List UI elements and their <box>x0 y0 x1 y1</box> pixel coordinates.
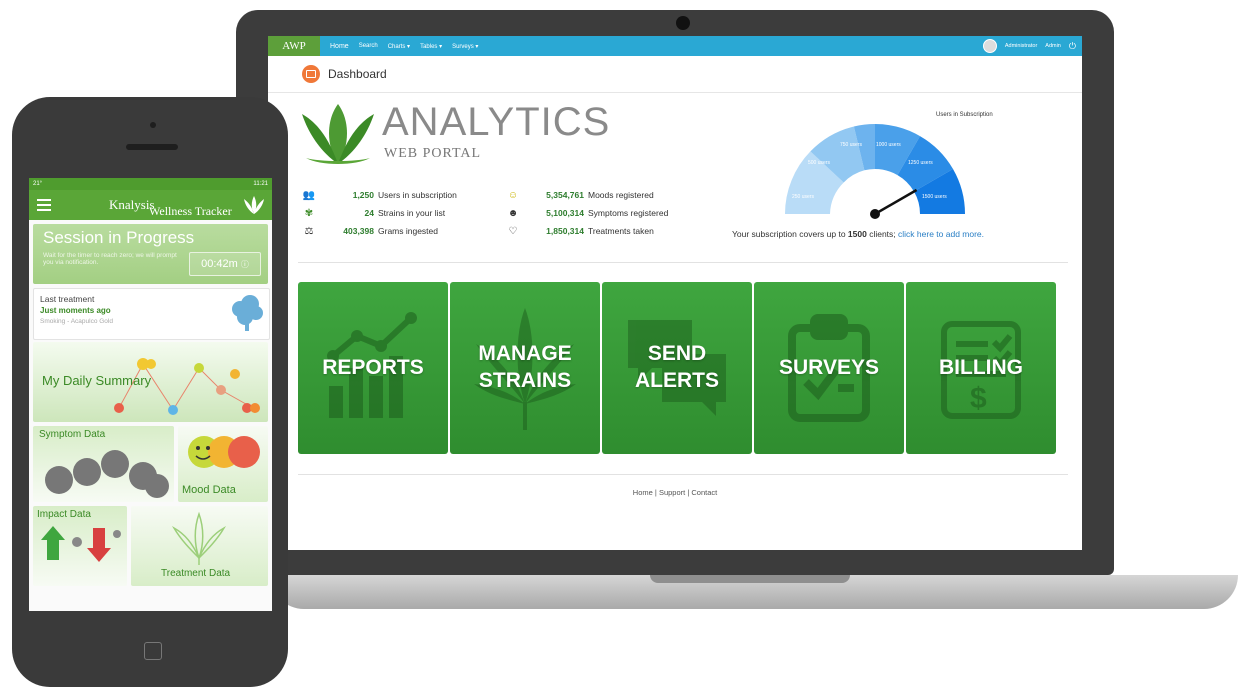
leaf-icon: ✾ <box>304 207 314 219</box>
session-timer: 00:42m ⓘ <box>189 252 261 276</box>
stat-users: 👥 1,250 Users in subscription <box>302 189 457 201</box>
mood-data-card[interactable]: Mood Data <box>178 426 268 502</box>
dashboard-icon <box>302 65 320 83</box>
stat-moods: ☺ 5,354,761 Moods registered <box>507 189 654 201</box>
stat-strains: ✾ 24 Strains in your list <box>302 204 457 222</box>
svg-text:$: $ <box>970 382 987 415</box>
footer-support-link[interactable]: Support <box>659 488 685 497</box>
phone-speaker <box>126 144 178 150</box>
stats-right: ☺ 5,354,761 Moods registered ☻ 5,100,314… <box>506 186 669 240</box>
impact-data-label: Impact Data <box>37 509 91 520</box>
nav-user-area: Administrator Admin ⏻ <box>982 36 1076 56</box>
last-treatment-time: Just moments ago <box>40 306 111 315</box>
nav-username[interactable]: Administrator <box>1005 43 1037 49</box>
nav-surveys[interactable]: Surveys ▾ <box>452 43 478 50</box>
last-treatment-label: Last treatment <box>40 294 95 304</box>
leaf-logo-icon <box>302 104 374 164</box>
phone-screen: 21° 11:21 Knalysis Wellness Tracker Sess… <box>29 178 272 611</box>
brand-subtitle: WEB PORTAL <box>384 146 482 161</box>
avatar[interactable] <box>982 39 997 53</box>
users-icon: 👥 <box>302 189 316 201</box>
section-divider <box>298 262 1068 263</box>
laptop-base-notch <box>650 575 850 583</box>
reports-tile[interactable]: REPORTS <box>298 282 448 454</box>
heartbeat-icon: ♡ <box>508 225 518 237</box>
brand-title: ANALYTICS <box>382 100 611 144</box>
app-title: Knalysis <box>109 197 155 212</box>
stat-symptoms: ☻ 5,100,314 Symptoms registered <box>507 207 669 219</box>
manage-strains-tile[interactable]: MANAGE STRAINS <box>450 282 600 454</box>
session-title: Session in Progress <box>43 228 195 247</box>
status-time: 11:21 <box>253 181 268 187</box>
subscription-gauge: 250 users 500 users 750 users 1000 users… <box>782 120 968 220</box>
page-title: Dashboard <box>328 67 387 81</box>
nav-home[interactable]: Home <box>330 43 349 50</box>
surveys-tile[interactable]: SURVEYS <box>754 282 904 454</box>
nav-tables[interactable]: Tables ▾ <box>420 43 442 50</box>
smoke-cloud-icon <box>232 295 263 331</box>
symptom-data-card[interactable]: Symptom Data <box>33 426 174 502</box>
daily-summary-card[interactable]: My Daily Summary <box>33 342 268 422</box>
treatment-data-label: Treatment Data <box>161 568 231 579</box>
footer-links: Home | Support | Contact <box>632 488 718 497</box>
send-alerts-tile[interactable]: SEND ALERTS <box>602 282 752 454</box>
nav-search[interactable]: Search <box>359 43 378 49</box>
session-hint: Wait for the timer to reach zero; we wil… <box>43 252 177 266</box>
manage-strains-label: MANAGE STRAINS <box>478 342 572 392</box>
app-subtitle: Wellness Tracker <box>149 204 232 218</box>
last-treatment-card[interactable]: Last treatment Just moments ago Smoking … <box>33 288 270 340</box>
app-leaf-icon <box>244 196 264 214</box>
add-more-link[interactable]: click here to add more. <box>898 229 984 239</box>
nav-role[interactable]: Admin <box>1045 43 1061 49</box>
daily-summary-label: My Daily Summary <box>42 373 152 388</box>
subscription-count: 1500 <box>847 229 867 239</box>
stats-left: 👥 1,250 Users in subscription ✾ 24 Strai… <box>302 186 457 240</box>
mood-faces-icon <box>188 436 260 468</box>
billing-label: BILLING <box>939 356 1023 379</box>
top-navbar: AWP Home Search Charts ▾ Tables ▾ Survey… <box>268 36 1082 56</box>
status-temp: 21° <box>33 181 43 187</box>
footer-contact-link[interactable]: Contact <box>691 488 717 497</box>
status-bar: 21° 11:21 <box>29 178 272 190</box>
nav-charts[interactable]: Charts ▾ <box>388 43 410 50</box>
app-bar: Knalysis Wellness Tracker <box>29 190 272 220</box>
mood-data-label: Mood Data <box>182 484 236 496</box>
surveys-label: SURVEYS <box>779 356 879 379</box>
laptop-screen: AWP Home Search Charts ▾ Tables ▾ Survey… <box>268 36 1082 550</box>
stat-treatments: ♡ 1,850,314 Treatments taken <box>506 222 668 240</box>
up-down-arrows-icon <box>41 526 121 562</box>
last-treatment-detail: Smoking - Acapulco Gold <box>40 318 113 325</box>
page-header: Dashboard <box>268 56 1082 93</box>
gauge-title: Users in Subscription <box>936 112 993 118</box>
menu-icon[interactable] <box>37 199 51 211</box>
gauge-needle-line <box>874 188 918 216</box>
billing-tile[interactable]: $ BILLING <box>906 282 1056 454</box>
session-card[interactable]: Session in Progress Wait for the timer t… <box>33 224 268 284</box>
heads-icon <box>45 450 169 498</box>
scale-icon: ⚖ <box>304 225 314 237</box>
phone-home-button[interactable] <box>144 642 162 660</box>
subscription-note: Your subscription covers up to 1500 clie… <box>732 229 985 239</box>
impact-data-card[interactable]: Impact Data <box>33 506 127 586</box>
logout-icon[interactable]: ⏻ <box>1069 41 1076 52</box>
cannabis-outline-icon <box>171 511 227 565</box>
head-icon: ☻ <box>507 207 519 219</box>
gauge-needle-hub <box>870 209 880 219</box>
nav-logo[interactable]: AWP <box>268 36 320 56</box>
timer-info-icon: ⓘ <box>240 259 249 269</box>
symptom-data-label: Symptom Data <box>39 429 106 440</box>
treatment-data-card[interactable]: Treatment Data <box>131 506 268 586</box>
smiley-icon: ☺ <box>507 189 519 201</box>
footer-home-link[interactable]: Home <box>633 488 653 497</box>
laptop-camera <box>676 16 690 30</box>
stat-grams: ⚖ 403,398 Grams ingested <box>302 222 457 240</box>
phone-camera <box>150 122 156 128</box>
send-alerts-label: SEND ALERTS <box>635 342 719 392</box>
footer-divider <box>298 474 1068 475</box>
reports-label: REPORTS <box>322 356 424 379</box>
gauge-needle <box>870 188 918 219</box>
